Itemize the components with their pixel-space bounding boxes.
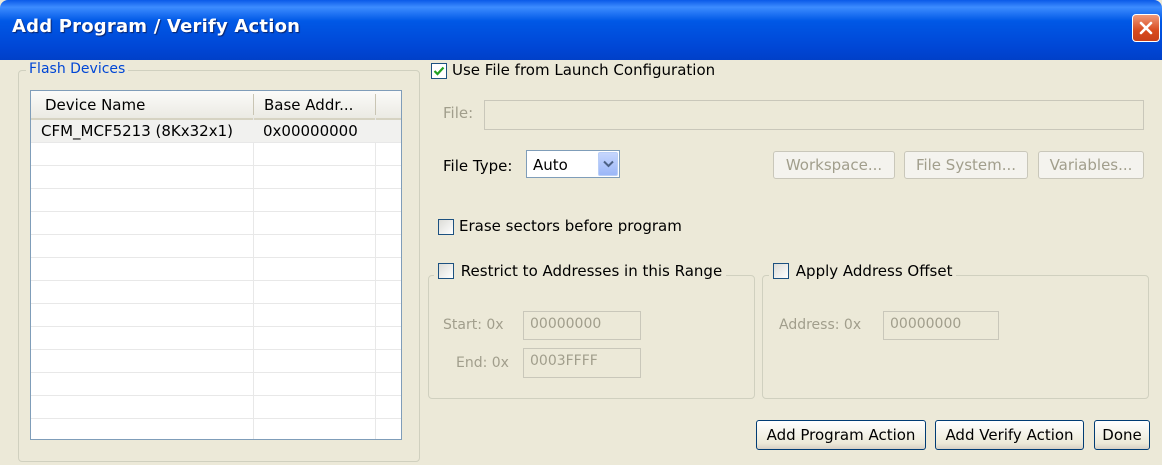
checkmark-icon [433, 66, 445, 76]
workspace-button[interactable]: Workspace... [773, 151, 895, 179]
device-name-cell: CFM_MCF5213 (8Kx32x1) [41, 122, 233, 140]
start-label: Start: 0x [443, 317, 504, 333]
restrict-range-checkbox[interactable] [438, 262, 454, 279]
add-verify-action-button[interactable]: Add Verify Action [935, 420, 1084, 450]
base-addr-cell: 0x00000000 [263, 122, 358, 140]
erase-sectors-checkbox[interactable] [438, 219, 454, 235]
table-row [31, 258, 401, 281]
file-type-select[interactable]: Auto [526, 150, 620, 178]
title-bar[interactable]: Add Program / Verify Action [0, 0, 1162, 60]
table-header: Device Name Base Addr... [31, 91, 401, 120]
file-type-label: File Type: [443, 157, 513, 175]
file-label: File: [443, 104, 474, 122]
table-row [31, 419, 401, 439]
table-row [31, 396, 401, 419]
launch-config-label[interactable]: Use File from Launch Configuration [452, 61, 715, 79]
column-header-device-name[interactable]: Device Name [45, 96, 145, 114]
file-field[interactable] [484, 100, 1144, 130]
close-icon [1139, 21, 1153, 35]
address-offset-label[interactable]: Apply Address Offset [796, 262, 953, 280]
address-offset-legend-wrap: Apply Address Offset [769, 262, 957, 280]
table-row [31, 373, 401, 396]
table-row [31, 304, 401, 327]
offset-address-field[interactable]: 00000000 [883, 311, 999, 340]
table-row[interactable]: CFM_MCF5213 (8Kx32x1) 0x00000000 [31, 120, 401, 143]
done-button[interactable]: Done [1094, 420, 1150, 450]
table-row [31, 235, 401, 258]
restrict-range-label[interactable]: Restrict to Addresses in this Range [461, 262, 722, 280]
erase-sectors-label[interactable]: Erase sectors before program [459, 217, 682, 235]
close-button[interactable] [1132, 14, 1160, 42]
address-label: Address: 0x [779, 317, 862, 333]
dropdown-button[interactable] [598, 152, 618, 176]
end-address-field[interactable]: 0003FFFF [523, 348, 641, 378]
table-row [31, 189, 401, 212]
launch-config-checkbox[interactable] [431, 63, 447, 79]
file-type-value: Auto [533, 156, 568, 174]
table-row [31, 212, 401, 235]
chevron-down-icon [603, 160, 614, 168]
column-header-base-addr[interactable]: Base Addr... [264, 96, 353, 114]
table-row [31, 327, 401, 350]
window-title: Add Program / Verify Action [12, 16, 301, 37]
variables-button[interactable]: Variables... [1038, 151, 1144, 179]
flash-devices-legend: Flash Devices [26, 61, 129, 77]
restrict-range-legend-wrap: Restrict to Addresses in this Range [434, 262, 727, 280]
file-system-button[interactable]: File System... [904, 151, 1028, 179]
column-separator[interactable] [253, 94, 254, 115]
column-separator[interactable] [375, 94, 376, 115]
start-address-field[interactable]: 00000000 [523, 311, 641, 340]
table-row [31, 166, 401, 189]
add-program-action-button[interactable]: Add Program Action [756, 420, 926, 450]
address-offset-checkbox[interactable] [773, 262, 789, 279]
table-row [31, 350, 401, 373]
end-label: End: 0x [456, 355, 509, 371]
table-row [31, 143, 401, 166]
table-row [31, 281, 401, 304]
flash-devices-table[interactable]: Device Name Base Addr... CFM_MCF5213 (8K… [30, 90, 402, 440]
